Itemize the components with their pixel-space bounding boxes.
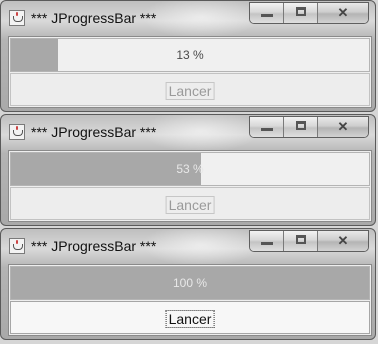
- window-controls: ✕: [249, 2, 369, 24]
- progress-text: 13 %: [176, 48, 204, 62]
- lancer-button[interactable]: Lancer: [10, 187, 370, 220]
- window-title: *** JProgressBar ***: [31, 10, 157, 26]
- java-app-icon[interactable]: [9, 238, 25, 254]
- java-app-icon[interactable]: [9, 124, 25, 140]
- maximize-icon: [296, 7, 306, 16]
- java-app-icon[interactable]: [9, 10, 25, 26]
- lancer-button-label: Lancer: [165, 310, 215, 328]
- window-controls: ✕: [249, 116, 369, 138]
- maximize-icon: [296, 235, 306, 244]
- progress-bar: 53 %: [10, 152, 370, 186]
- title-bar[interactable]: *** JProgressBar *** ✕: [1, 115, 375, 149]
- lancer-button-label: Lancer: [165, 82, 215, 100]
- content-pane: 100 % Lancer: [8, 264, 372, 336]
- minimize-icon: [261, 242, 273, 245]
- maximize-button[interactable]: [284, 117, 318, 137]
- close-icon: ✕: [337, 5, 349, 20]
- window-3: *** JProgressBar *** ✕ 100 % Lancer: [0, 228, 376, 340]
- close-button[interactable]: ✕: [318, 231, 368, 251]
- window-controls: ✕: [249, 230, 369, 252]
- window-1: *** JProgressBar *** ✕ 13 % Lancer: [0, 0, 376, 112]
- window-title: *** JProgressBar ***: [31, 238, 157, 254]
- content-pane: 53 % Lancer: [8, 150, 372, 222]
- progress-text: 100 %: [172, 276, 208, 290]
- lancer-button-label: Lancer: [165, 196, 215, 214]
- close-icon: ✕: [337, 119, 349, 134]
- close-button[interactable]: ✕: [318, 117, 368, 137]
- minimize-button[interactable]: [250, 3, 284, 23]
- progress-bar: 100 %: [10, 266, 370, 300]
- content-pane: 13 % Lancer: [8, 36, 372, 108]
- window-2: *** JProgressBar *** ✕ 53 % Lancer: [0, 114, 376, 226]
- maximize-icon: [296, 121, 306, 130]
- minimize-icon: [261, 128, 273, 131]
- title-bar[interactable]: *** JProgressBar *** ✕: [1, 1, 375, 35]
- progress-text: 53 %: [176, 162, 204, 176]
- maximize-button[interactable]: [284, 231, 318, 251]
- minimize-button[interactable]: [250, 231, 284, 251]
- lancer-button[interactable]: Lancer: [10, 73, 370, 106]
- lancer-button[interactable]: Lancer: [10, 301, 370, 334]
- maximize-button[interactable]: [284, 3, 318, 23]
- window-title: *** JProgressBar ***: [31, 124, 157, 140]
- progress-bar: 13 %: [10, 38, 370, 72]
- close-button[interactable]: ✕: [318, 3, 368, 23]
- close-icon: ✕: [337, 233, 349, 248]
- minimize-button[interactable]: [250, 117, 284, 137]
- title-bar[interactable]: *** JProgressBar *** ✕: [1, 229, 375, 263]
- minimize-icon: [261, 14, 273, 17]
